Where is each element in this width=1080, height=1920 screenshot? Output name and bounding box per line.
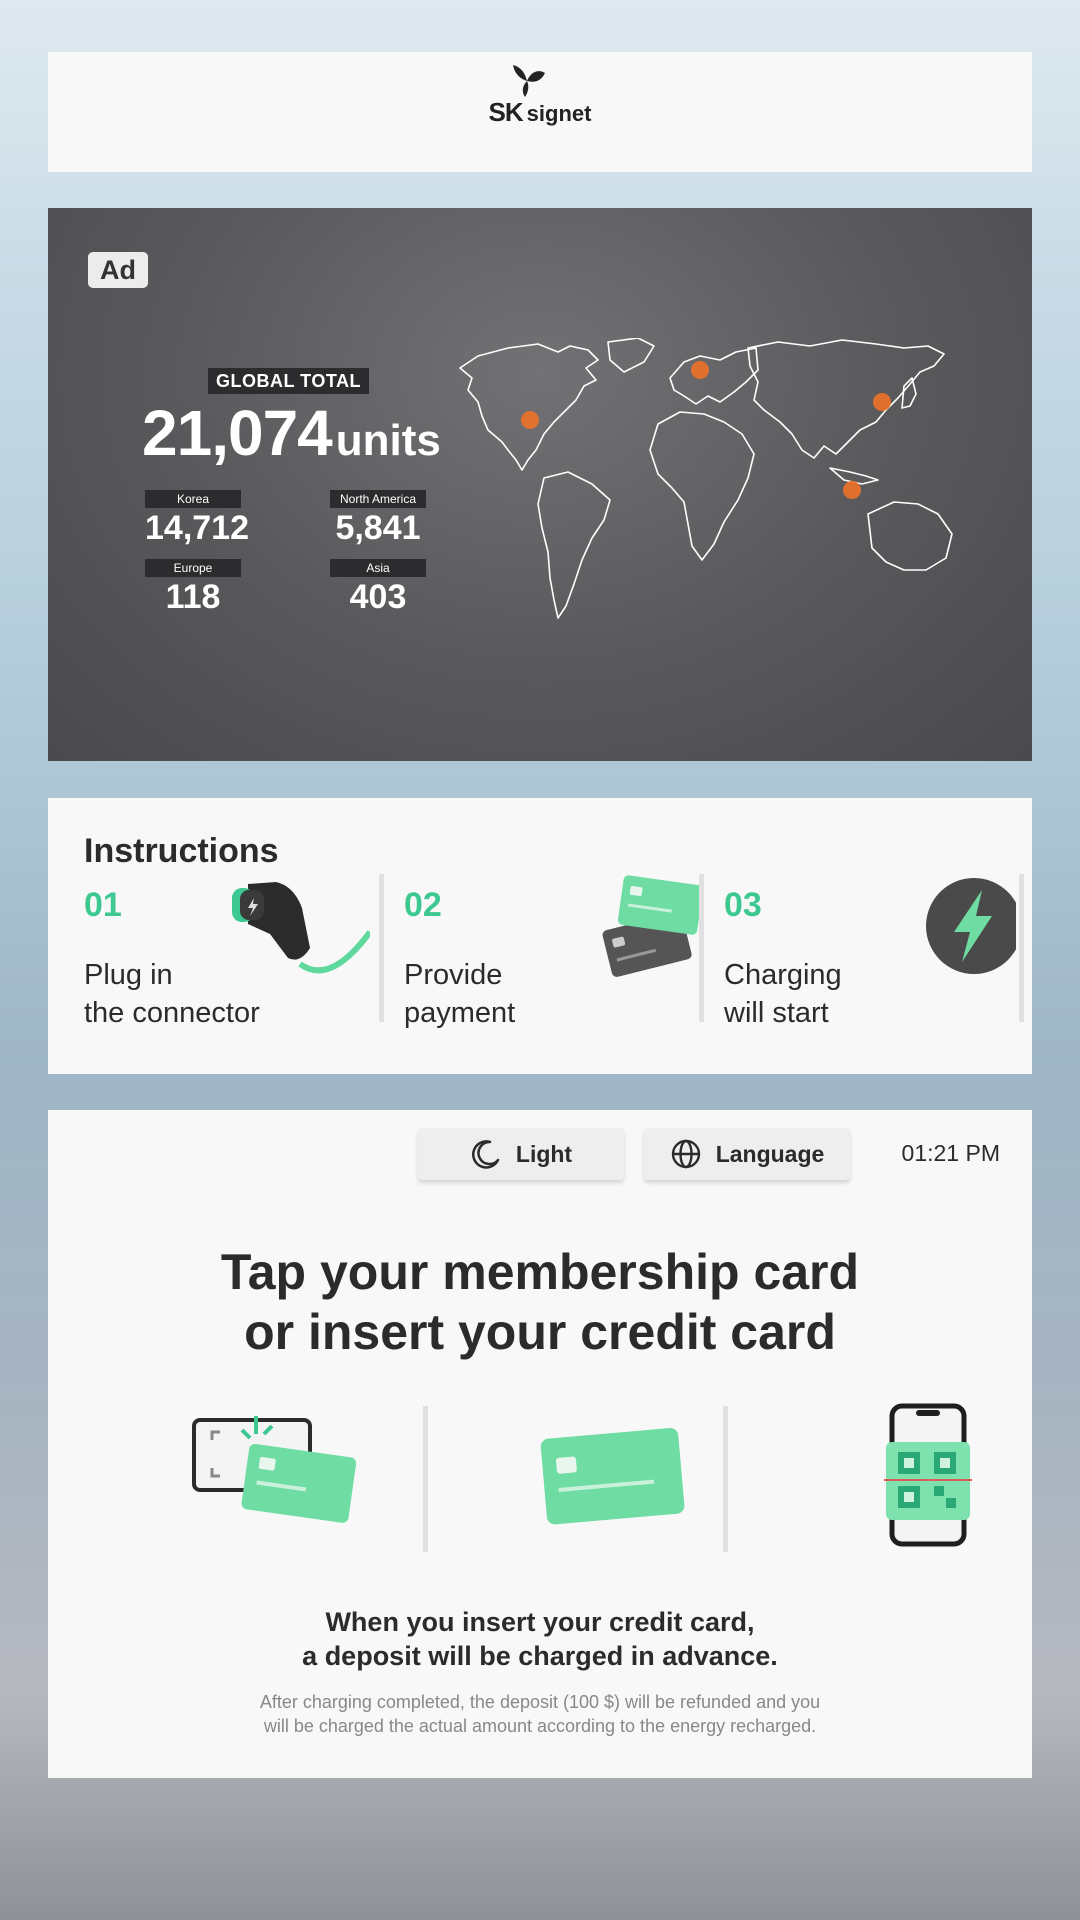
lightning-icon: [926, 878, 1016, 974]
connector-icon: [232, 882, 370, 974]
marker-europe: [691, 361, 709, 379]
region-north-america: North America 5,841: [330, 490, 426, 548]
region-korea: Korea 14,712: [145, 490, 249, 548]
step-text-line2: payment: [404, 997, 516, 1029]
global-total: 21,074 units: [142, 396, 441, 470]
global-total-value: 21,074: [142, 397, 333, 469]
region-asia: Asia 403: [330, 559, 426, 617]
global-total-unit: units: [335, 416, 441, 465]
marker-north-america: [521, 411, 539, 429]
language-label: Language: [715, 1140, 825, 1167]
refund-notice: After charging completed, the deposit (1…: [48, 1690, 1032, 1738]
step-text-line1: Charging: [724, 959, 842, 991]
notice-line2: a deposit will be charged in advance.: [302, 1641, 778, 1671]
step-divider: [699, 874, 704, 1022]
region-label: Asia: [330, 559, 426, 577]
step-text: Provide payment: [404, 956, 624, 1032]
region-value: 5,841: [335, 509, 421, 547]
step-payment: 02 Provide payment: [404, 874, 704, 1029]
map-south-america: [537, 471, 611, 619]
region-europe: Europe 118: [145, 559, 241, 617]
region-label: North America: [330, 490, 426, 508]
instructions-panel: Instructions 01 Plug in the connector 02…: [48, 798, 1032, 1074]
ad-badge: Ad: [88, 252, 148, 288]
step-number: 03: [724, 886, 762, 924]
step-text-line2: will start: [724, 997, 829, 1029]
world-map: [459, 338, 953, 619]
headline-line2: or insert your credit card: [244, 1304, 836, 1360]
step-divider: [1019, 874, 1024, 1022]
header-bar: SK signet: [48, 52, 1032, 172]
payment-panel: Light Language 01:21 PM Tap your members…: [48, 1110, 1032, 1778]
logo-sk-text: SK: [488, 96, 524, 127]
theme-toggle-button[interactable]: Light: [418, 1128, 624, 1180]
region-value: 403: [349, 578, 407, 616]
deposit-notice: When you insert your credit card, a depo…: [48, 1605, 1032, 1673]
language-button[interactable]: Language: [644, 1128, 850, 1180]
logo-butterfly-icon: [512, 64, 545, 97]
option-divider: [423, 1406, 428, 1552]
map-australia: [867, 501, 953, 571]
instructions-title: Instructions: [84, 832, 279, 870]
refund-line2: will be charged the actual amount accord…: [263, 1716, 817, 1736]
sk-signet-logo: SK signet: [488, 64, 592, 128]
map-north-america: [459, 343, 599, 471]
theme-toggle-label: Light: [515, 1140, 573, 1167]
region-label: Europe: [145, 559, 241, 577]
step-plug-in: 01 Plug in the connector: [84, 874, 384, 1029]
marker-asia: [843, 481, 861, 499]
tap-card-reader-icon: [192, 1416, 357, 1523]
headline-line1: Tap your membership card: [220, 1244, 860, 1300]
step-text-line2: the connector: [84, 997, 260, 1029]
refund-line1: After charging completed, the deposit (1…: [259, 1692, 821, 1712]
step-divider: [379, 874, 384, 1022]
region-value: 14,712: [145, 509, 249, 547]
map-greenland: [607, 338, 655, 373]
globe-icon: [671, 1139, 700, 1169]
map-asia: [747, 339, 945, 459]
qr-phone-icon: [884, 1403, 972, 1547]
marker-korea: [873, 393, 891, 411]
step-charging: 03 Charging will start: [724, 874, 1024, 1029]
map-africa: [649, 411, 755, 561]
cards-icon: [602, 875, 700, 977]
region-value: 118: [165, 578, 221, 616]
global-total-label: GLOBAL TOTAL: [208, 368, 369, 394]
step-text-line1: Plug in: [84, 959, 173, 991]
map-japan: [901, 377, 917, 409]
main-headline: Tap your membership card or insert your …: [48, 1242, 1032, 1362]
step-number: 02: [404, 886, 442, 924]
region-label: Korea: [145, 490, 241, 508]
step-text: Charging will start: [724, 956, 944, 1032]
step-number: 01: [84, 886, 122, 924]
map-europe: [669, 347, 759, 405]
clock-time: 01:21 PM: [901, 1140, 1000, 1166]
advertisement-banner[interactable]: Ad GLOBAL TOTAL 21,074 units Korea 14,71…: [48, 208, 1032, 761]
notice-line1: When you insert your credit card,: [325, 1607, 755, 1637]
logo-signet-text: signet: [526, 100, 592, 126]
step-text-line1: Provide: [404, 959, 503, 991]
option-divider: [723, 1406, 728, 1552]
moon-icon: [471, 1140, 500, 1169]
credit-card-icon: [540, 1428, 685, 1525]
